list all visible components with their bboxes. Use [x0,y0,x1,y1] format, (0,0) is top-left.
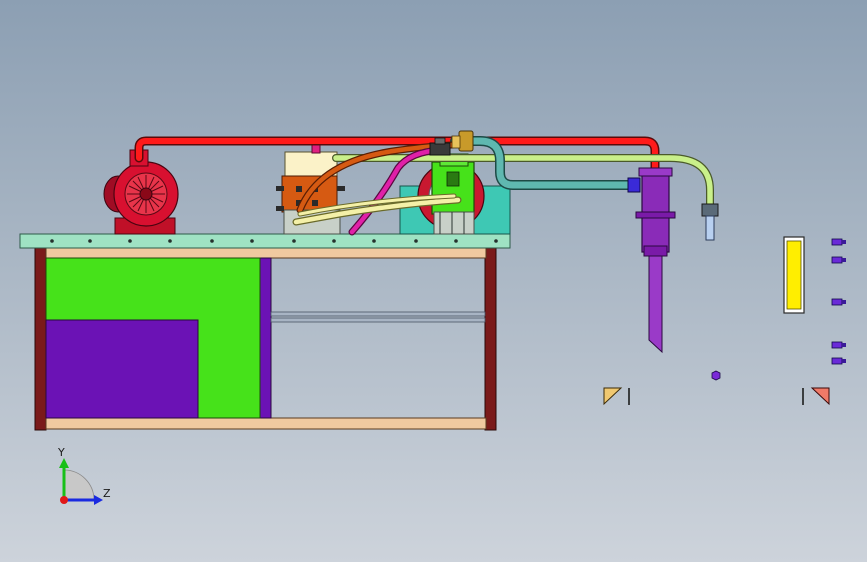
table-shelf-rail-2 [270,317,486,323]
bolt-5[interactable] [831,357,846,365]
secondary-pump-housing[interactable] [431,161,475,215]
ball-valve[interactable] [429,142,451,156]
table-upper-rail [45,247,487,259]
corner-marker-right[interactable] [802,387,830,406]
table-top-plate[interactable] [19,233,511,249]
triad-arc [63,469,95,501]
bolt-1[interactable] [831,238,846,246]
bolt-4[interactable] [831,341,846,349]
table-leg-right[interactable] [484,246,497,431]
table-middle-post [259,257,272,419]
bolt-2[interactable] [831,256,846,264]
hose-connector[interactable] [701,203,719,241]
corner-marker-left[interactable] [603,387,630,406]
nozzle-flange [643,245,668,257]
pump-motor[interactable] [103,149,179,235]
triad-origin [60,496,68,504]
y-axis-label: Y [57,446,65,459]
tank-purple-block[interactable] [45,319,199,419]
brass-union[interactable] [458,130,474,152]
z-axis-label: Z [103,487,111,500]
nozzle-inlet-block [627,177,641,193]
teal-feed-pipe[interactable] [450,136,637,190]
spray-nozzle[interactable] [627,167,676,354]
table-leg-left[interactable] [34,246,47,431]
tank-assembly[interactable] [45,257,261,419]
loose-bolts[interactable] [831,238,846,365]
coordinate-triad[interactable]: Y Z [57,446,111,505]
cad-viewport[interactable]: Y Z [0,0,867,562]
level-gauge[interactable] [783,236,805,314]
bolt-3[interactable] [831,298,846,306]
table-top[interactable] [19,233,511,249]
table-shelf-rail [270,311,486,317]
level-gauge-fill [786,240,802,310]
hex-nut[interactable] [711,370,721,381]
cad-assembly-scene[interactable]: Y Z [0,0,867,562]
nozzle-lance[interactable] [648,255,663,354]
table-bottom-rail [45,417,487,430]
